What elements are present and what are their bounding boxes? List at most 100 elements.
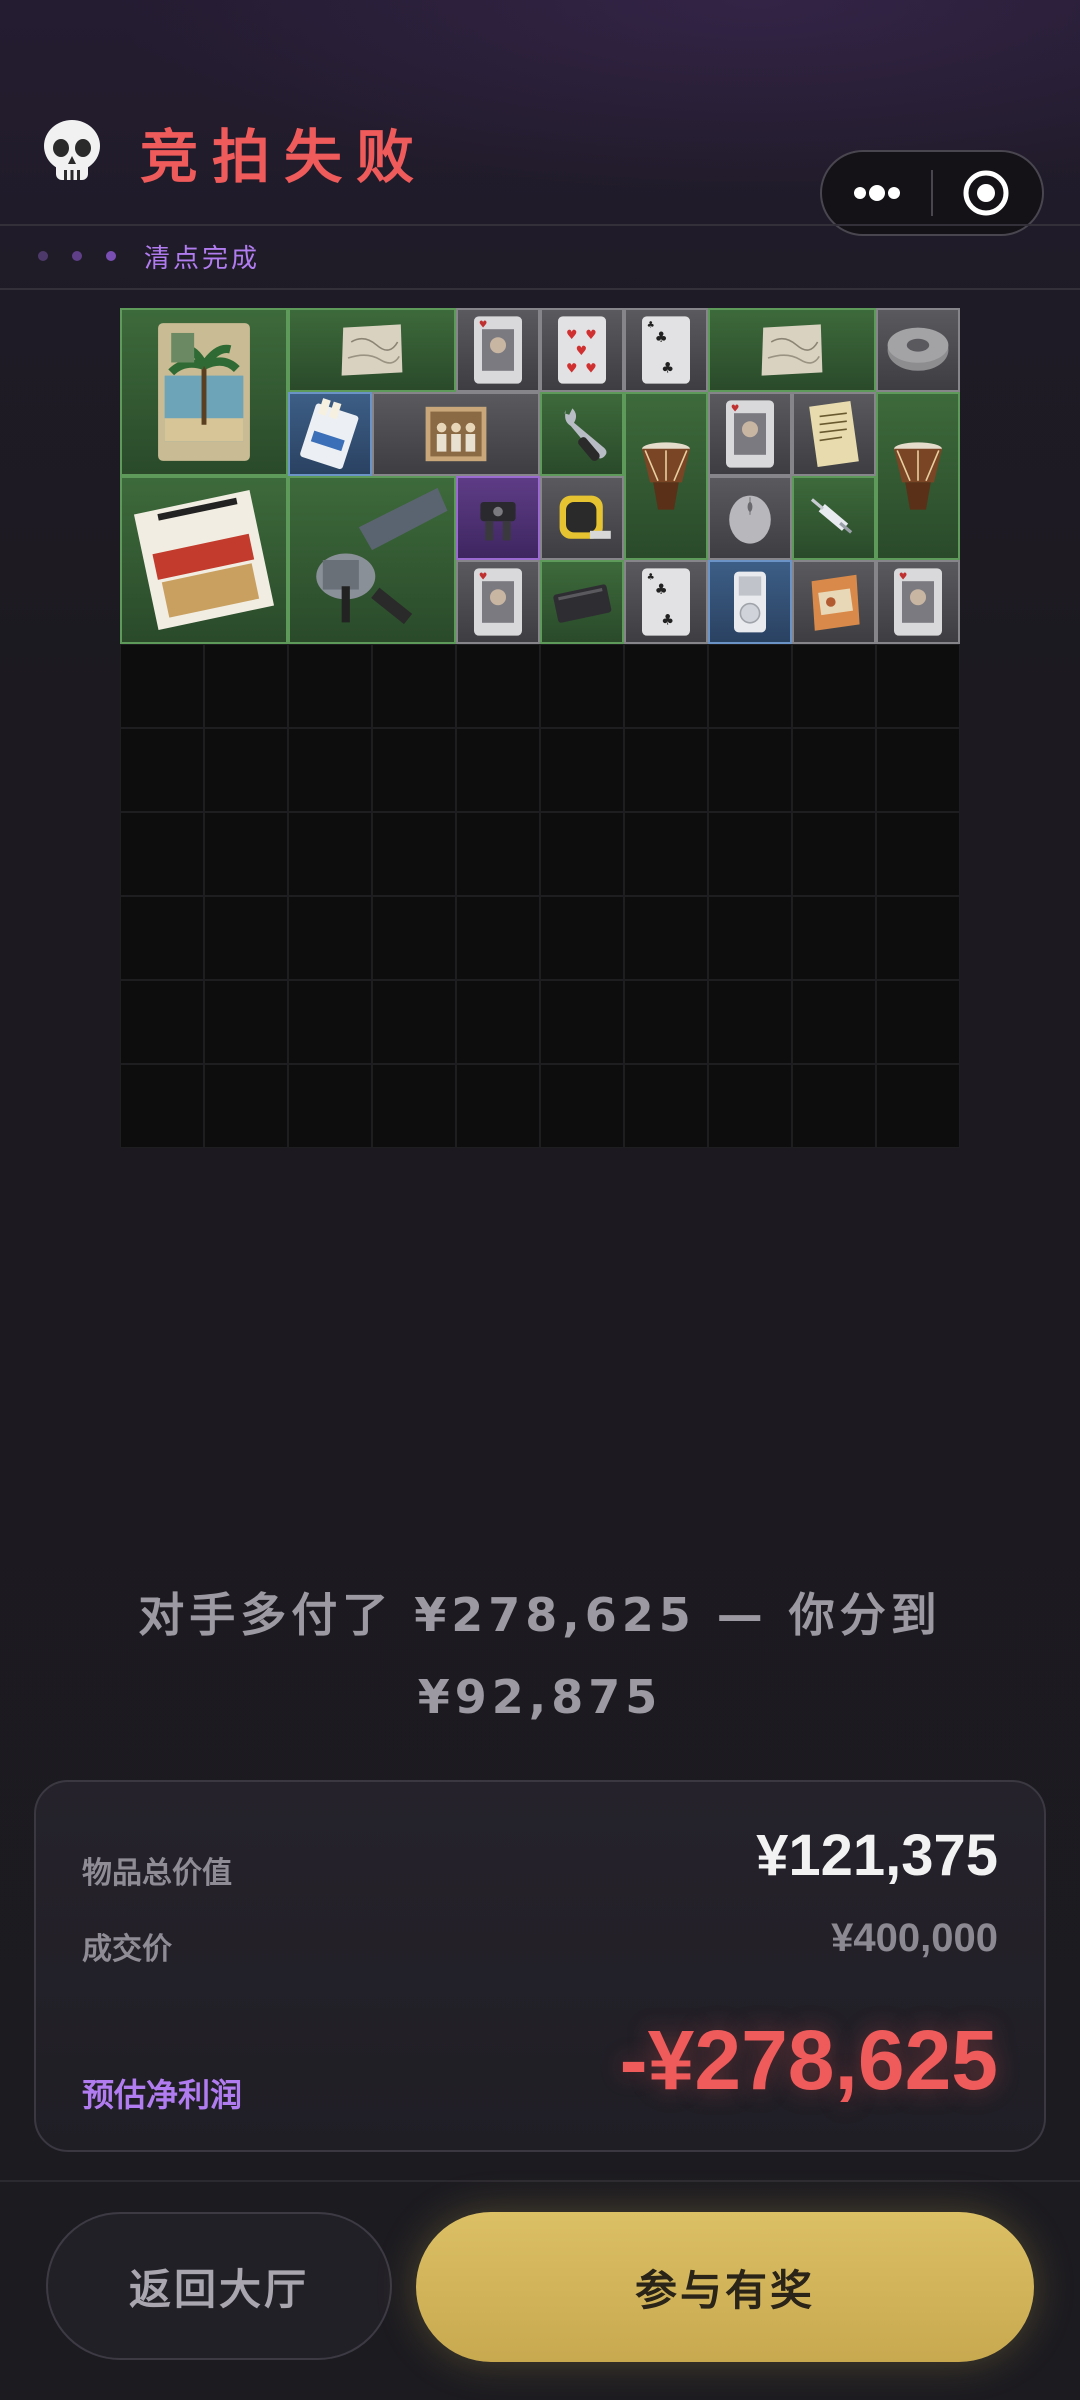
status-bar: 清点完成: [38, 236, 260, 276]
inventory-item-playing-card[interactable]: ♥: [708, 392, 792, 476]
grid-cell: [708, 980, 792, 1064]
more-icon: [854, 185, 900, 201]
svg-text:♣: ♣: [655, 330, 668, 346]
summary-text: 对手多付了 ¥278,625 — 你分到 ¥92,875: [60, 1574, 1020, 1738]
inventory-item-snack-bag[interactable]: [792, 560, 876, 644]
wrench-icon: [564, 408, 607, 461]
grid-cell: [876, 980, 960, 1064]
cigarette-pack-icon: [300, 398, 359, 470]
grid-cell: [288, 896, 372, 980]
grid-cell: [456, 812, 540, 896]
deal-price-value: ¥400,000: [831, 1916, 998, 1960]
svg-text:♥: ♥: [479, 572, 488, 583]
card-face-icon: ♥: [474, 568, 522, 636]
close-miniprogram-button[interactable]: [934, 152, 1042, 234]
inventory-item-angle-grinder[interactable]: [288, 476, 456, 644]
inventory-item-magazine[interactable]: [120, 476, 288, 644]
grid-cell: [792, 1064, 876, 1148]
inventory-item-old-map[interactable]: [708, 308, 876, 392]
mouse-icon: [729, 495, 771, 544]
grid-cell: [708, 812, 792, 896]
inventory-item-gadget[interactable]: [456, 476, 540, 560]
drum-icon: [894, 442, 942, 510]
grid-cell: [204, 896, 288, 980]
inventory-item-hard-drive[interactable]: [540, 560, 624, 644]
inventory-item-document[interactable]: [792, 392, 876, 476]
magazine-icon: [133, 489, 275, 631]
card-clubs-icon: ♣♣♣: [642, 316, 690, 384]
grid-cell: [120, 896, 204, 980]
grid-cell: [372, 812, 456, 896]
progress-dot: [72, 251, 82, 261]
card-face-icon: ♥: [474, 316, 522, 384]
grid-cell: [708, 896, 792, 980]
inventory-item-wrench[interactable]: [540, 392, 624, 476]
capsule-divider: [931, 170, 933, 216]
grid-cell: [456, 1064, 540, 1148]
deal-price-label: 成交价: [82, 1932, 172, 1967]
card-face-icon: ♥: [726, 400, 774, 468]
grid-cell: [792, 980, 876, 1064]
grid-cell: [456, 896, 540, 980]
grid-cell: [120, 812, 204, 896]
grid-cell: [372, 980, 456, 1064]
grid-cell: [204, 812, 288, 896]
grid-cell: [288, 980, 372, 1064]
svg-text:♥: ♥: [731, 404, 740, 415]
grinder-icon: [316, 487, 448, 625]
inventory-item-playing-card[interactable]: ♥: [876, 560, 960, 644]
postcard-icon: [158, 323, 250, 461]
inventory-item-cigarette-pack[interactable]: [288, 392, 372, 476]
profit-label: 预估净利润: [82, 2076, 243, 2114]
grid-cell: [540, 980, 624, 1064]
svg-text:♣: ♣: [661, 360, 674, 376]
svg-text:♥: ♥: [566, 328, 577, 343]
skull-icon: [44, 120, 100, 180]
inventory-grid: ♥ ♥ ♥ ♥ ♥ ♥ ♣ ♣ ♣ ♥ ♥ ♣ ♣ ♣ ♥: [120, 308, 960, 1148]
grid-cell: [876, 896, 960, 980]
grid-cell: [288, 644, 372, 728]
inventory-item-mp3-player[interactable]: [708, 560, 792, 644]
photo-icon: [425, 406, 487, 462]
grid-cell: [708, 728, 792, 812]
total-value: ¥121,375: [756, 1823, 998, 1888]
tape-measure-icon: [559, 495, 611, 539]
back-to-lobby-button[interactable]: 返回大厅: [46, 2212, 392, 2360]
grid-cell: [372, 644, 456, 728]
grid-cell: [792, 644, 876, 728]
divider: [0, 288, 1080, 290]
document-icon: [809, 401, 859, 467]
inventory-item-playing-card[interactable]: ♥ ♥ ♥ ♥ ♥: [540, 308, 624, 392]
join-reward-button[interactable]: 参与有奖: [416, 2212, 1034, 2362]
inventory-item-postcard[interactable]: [120, 308, 288, 476]
inventory-item-playing-card[interactable]: ♣ ♣ ♣: [624, 560, 708, 644]
inventory-item-tape-measure[interactable]: [540, 476, 624, 560]
svg-text:♥: ♥: [899, 572, 908, 583]
grid-cell: [708, 644, 792, 728]
more-button[interactable]: [822, 152, 932, 234]
summary-line-2: ¥92,875: [417, 1670, 663, 1724]
inventory-item-old-photo[interactable]: [372, 392, 540, 476]
grid-cell: [288, 812, 372, 896]
map-icon: [341, 324, 403, 376]
svg-text:♥: ♥: [576, 344, 587, 359]
inventory-item-duct-tape[interactable]: [876, 308, 960, 392]
inventory-item-playing-card[interactable]: ♥: [456, 308, 540, 392]
grid-cell: [540, 1064, 624, 1148]
grid-cell: [288, 728, 372, 812]
svg-text:♥: ♥: [585, 361, 596, 376]
divider: [0, 224, 1080, 226]
inventory-item-old-map[interactable]: [288, 308, 456, 392]
summary-line-1: 对手多付了 ¥278,625 — 你分到: [138, 1588, 942, 1642]
inventory-item-playing-card[interactable]: ♣ ♣ ♣: [624, 308, 708, 392]
inventory-item-drum[interactable]: [876, 392, 960, 560]
inventory-item-playing-card[interactable]: ♥: [456, 560, 540, 644]
card-hearts-icon: ♥ ♥♥♥ ♥: [558, 316, 606, 384]
inventory-item-drum[interactable]: [624, 392, 708, 560]
inventory-item-mouse[interactable]: [708, 476, 792, 560]
grid-cell: [540, 728, 624, 812]
total-value-label: 物品总价值: [82, 1856, 232, 1891]
grid-cell: [792, 812, 876, 896]
inventory-item-syringe[interactable]: [792, 476, 876, 560]
svg-text:♥: ♥: [566, 361, 577, 376]
